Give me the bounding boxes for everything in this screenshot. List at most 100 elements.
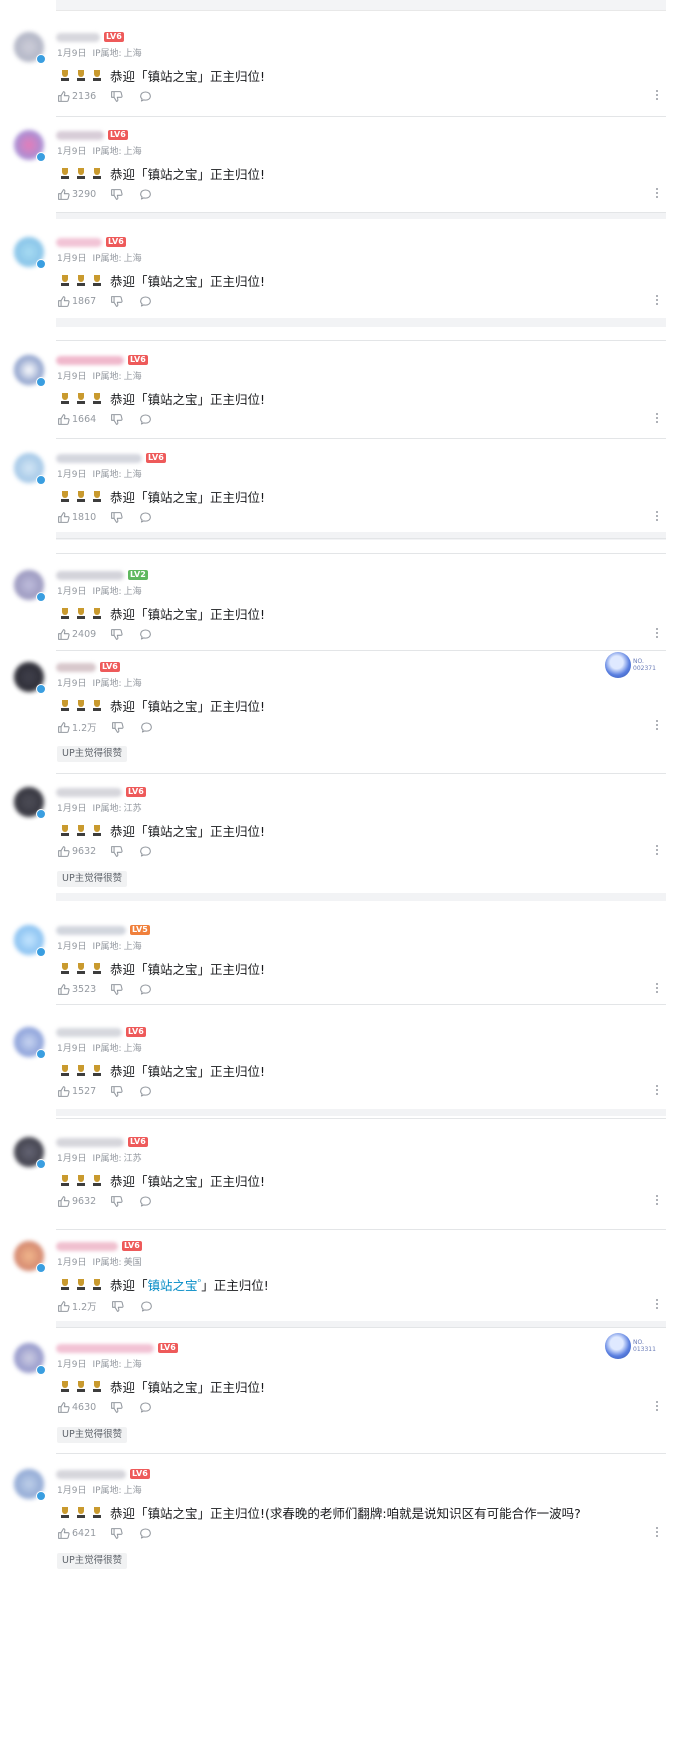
- more-icon[interactable]: [650, 843, 664, 857]
- more-icon[interactable]: [650, 1399, 664, 1413]
- reply-button[interactable]: [139, 1195, 154, 1208]
- reply-button[interactable]: [139, 511, 154, 524]
- username[interactable]: [56, 131, 104, 140]
- comment-item: LV6 1月9日 IP属地: 上海 恭迎「镇站之宝」正主归位! 1.2万 UP主觉得很赞 NO…: [0, 652, 690, 766]
- reply-button[interactable]: [139, 188, 154, 201]
- comment-item: LV5 1月9日 IP属地: 上海 恭迎「镇站之宝」正主归位! 3523: [0, 925, 690, 999]
- dislike-button[interactable]: [110, 845, 125, 858]
- username[interactable]: [56, 454, 142, 463]
- search-link[interactable]: 镇站之宝: [148, 1278, 198, 1293]
- username[interactable]: [56, 926, 126, 935]
- dislike-button[interactable]: [110, 628, 125, 641]
- like-button[interactable]: 1664: [57, 413, 96, 426]
- dislike-button[interactable]: [110, 1085, 125, 1098]
- username[interactable]: [56, 1470, 126, 1479]
- dislike-button[interactable]: [110, 188, 125, 201]
- like-button[interactable]: 2409: [57, 628, 96, 641]
- more-icon[interactable]: [650, 509, 664, 523]
- verified-dot-icon: [36, 1159, 46, 1169]
- more-icon[interactable]: [650, 293, 664, 307]
- username[interactable]: [56, 1028, 122, 1037]
- dislike-button[interactable]: [110, 90, 125, 103]
- ip-location: 上海: [123, 470, 142, 480]
- trophy-icon: [92, 491, 102, 503]
- reply-button[interactable]: [139, 1527, 154, 1540]
- username[interactable]: [56, 238, 102, 247]
- reply-button[interactable]: [139, 845, 154, 858]
- dislike-button[interactable]: [110, 1195, 125, 1208]
- username[interactable]: [56, 663, 96, 672]
- ip-location: 上海: [123, 147, 142, 157]
- level-badge: LV6: [104, 32, 124, 42]
- dislike-button[interactable]: [111, 721, 126, 734]
- dislike-button[interactable]: [110, 983, 125, 996]
- reply-button[interactable]: [139, 295, 154, 308]
- username[interactable]: [56, 571, 124, 580]
- like-button[interactable]: 3523: [57, 983, 96, 996]
- comment-item: LV6 1月9日 IP属地: 江苏 恭迎「镇站之宝」正主归位! 9632: [0, 1137, 690, 1211]
- like-icon: [58, 1086, 70, 1097]
- more-icon[interactable]: [650, 718, 664, 732]
- more-icon[interactable]: [650, 411, 664, 425]
- like-button[interactable]: 1.2万: [57, 720, 97, 734]
- reply-button[interactable]: [139, 90, 154, 103]
- reply-button[interactable]: [139, 1085, 154, 1098]
- like-count: 3523: [72, 984, 97, 995]
- dislike-button[interactable]: [110, 295, 125, 308]
- like-button[interactable]: 1867: [57, 295, 96, 308]
- like-count: 1.2万: [72, 723, 97, 734]
- dislike-button[interactable]: [110, 1401, 125, 1414]
- like-button[interactable]: 4630: [57, 1401, 96, 1414]
- reply-button[interactable]: [139, 628, 154, 641]
- reply-button[interactable]: [139, 413, 154, 426]
- more-dot: [656, 192, 658, 194]
- ip-label: IP属地:: [92, 679, 122, 689]
- like-button[interactable]: 9632: [57, 1195, 96, 1208]
- like-button[interactable]: 1527: [57, 1085, 96, 1098]
- dislike-button[interactable]: [110, 413, 125, 426]
- dislike-icon: [111, 512, 123, 523]
- more-icon[interactable]: [650, 1083, 664, 1097]
- comment-actions: 4630: [57, 1401, 168, 1417]
- more-icon[interactable]: [650, 186, 664, 200]
- dislike-button[interactable]: [111, 1300, 126, 1313]
- more-dot: [656, 1093, 658, 1095]
- more-icon[interactable]: [650, 981, 664, 995]
- like-button[interactable]: 3290: [57, 188, 96, 201]
- dislike-icon: [111, 721, 124, 733]
- comment-item: LV6 1月9日 IP属地: 上海 恭迎「镇站之宝」正主归位! 1867: [0, 237, 690, 311]
- username[interactable]: [56, 788, 122, 797]
- username[interactable]: [56, 1242, 118, 1251]
- username[interactable]: [56, 356, 124, 365]
- trophy-icons: [60, 1506, 108, 1521]
- like-button[interactable]: 1.2万: [57, 1299, 97, 1313]
- reply-button[interactable]: [139, 983, 154, 996]
- comment-divider: [56, 1004, 666, 1005]
- username[interactable]: [56, 1344, 154, 1353]
- username[interactable]: [56, 1138, 124, 1147]
- reply-button[interactable]: [140, 721, 155, 734]
- username[interactable]: [56, 33, 100, 42]
- dislike-icon: [111, 1402, 123, 1413]
- more-icon[interactable]: [650, 88, 664, 102]
- comment-text: 恭迎「镇站之宝」正主归位!: [60, 1171, 265, 1190]
- trophy-icon: [92, 393, 102, 405]
- like-button[interactable]: 2136: [57, 90, 96, 103]
- trophy-icon: [76, 70, 86, 82]
- like-button[interactable]: 6421: [57, 1527, 96, 1540]
- more-icon[interactable]: [650, 1297, 664, 1311]
- more-dot: [656, 1089, 658, 1091]
- like-icon: [58, 91, 70, 102]
- more-icon[interactable]: [650, 626, 664, 640]
- dislike-button[interactable]: [110, 1527, 125, 1540]
- ip-label: IP属地:: [92, 942, 122, 952]
- dislike-button[interactable]: [110, 511, 125, 524]
- like-button[interactable]: 9632: [57, 845, 96, 858]
- like-button[interactable]: 1810: [57, 511, 96, 524]
- more-icon[interactable]: [650, 1525, 664, 1539]
- reply-button[interactable]: [140, 1300, 155, 1313]
- ip-label: IP属地:: [92, 1154, 122, 1164]
- reply-button[interactable]: [139, 1401, 154, 1414]
- more-dot: [656, 196, 658, 198]
- more-icon[interactable]: [650, 1193, 664, 1207]
